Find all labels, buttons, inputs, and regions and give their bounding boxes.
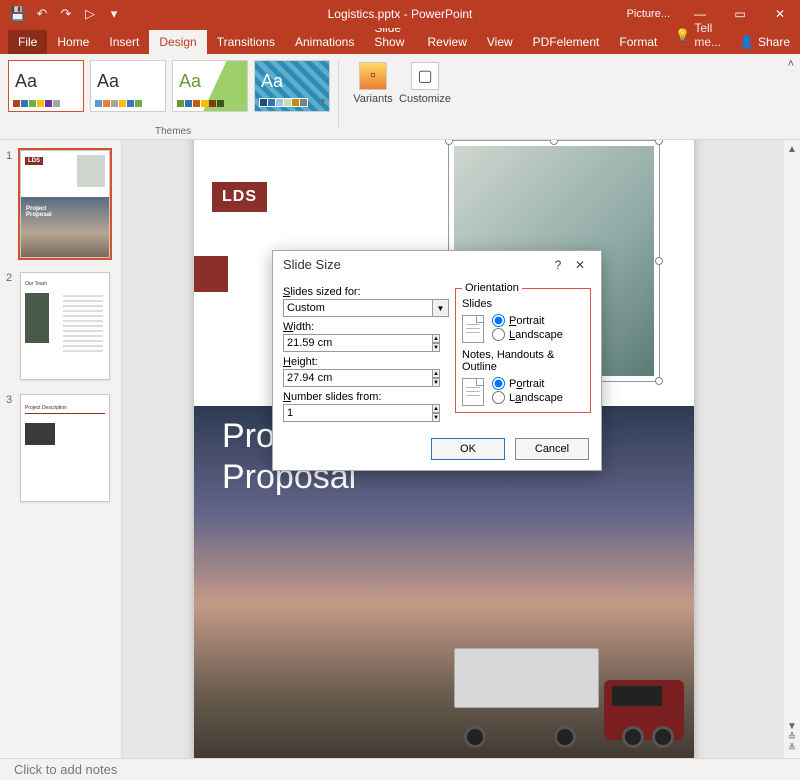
quick-access-toolbar: 💾 ↶ ↷ ▷ ▾ (0, 4, 124, 24)
dialog-close-button[interactable]: ✕ (569, 258, 591, 272)
resize-handle[interactable] (445, 140, 453, 145)
themes-group-label: Themes (155, 126, 191, 137)
resize-handle[interactable] (655, 377, 663, 385)
window-title: Logistics.pptx - PowerPoint (328, 7, 473, 21)
page-portrait-icon (462, 315, 484, 343)
thumbnail-2[interactable]: 2 Our Team (6, 272, 115, 380)
truck-graphic (454, 638, 684, 748)
tab-review[interactable]: Review (418, 30, 477, 54)
share-button[interactable]: 👤Share (729, 30, 800, 54)
themes-more-icon[interactable]: ▾ (320, 96, 325, 107)
prev-slide-icon[interactable]: ≙ (788, 732, 796, 743)
undo-icon[interactable]: ↶ (32, 4, 52, 24)
start-slideshow-icon[interactable]: ▷ (80, 4, 100, 24)
theme-card-3[interactable]: Aa (172, 60, 248, 112)
redo-icon[interactable]: ↷ (56, 4, 76, 24)
variants-button[interactable]: ▫ Variants (347, 60, 399, 137)
tab-home[interactable]: Home (47, 30, 99, 54)
spin-down-icon[interactable]: ▼ (433, 378, 440, 387)
dialog-button-row: OK Cancel (273, 430, 601, 470)
theme-card-1[interactable]: Aa (8, 60, 84, 112)
next-slide-icon[interactable]: ≚ (788, 743, 796, 754)
bulb-icon: 💡 (675, 28, 690, 42)
number-from-label: Number slides from: (283, 391, 449, 403)
cancel-button[interactable]: Cancel (515, 438, 589, 460)
width-label: Width: (283, 321, 449, 333)
notes-group-label: Notes, Handouts & Outline (462, 349, 584, 373)
spin-up-icon[interactable]: ▲ (433, 334, 440, 343)
page-portrait-icon (462, 378, 484, 406)
height-input[interactable] (283, 369, 433, 387)
tell-me-search[interactable]: 💡Tell me... (667, 16, 729, 54)
tab-insert[interactable]: Insert (99, 30, 149, 54)
chevron-down-icon[interactable]: ▼ (433, 299, 449, 317)
spin-down-icon[interactable]: ▼ (433, 343, 440, 352)
tab-transitions[interactable]: Transitions (207, 30, 285, 54)
spin-up-icon[interactable]: ▲ (433, 369, 440, 378)
variants-icon: ▫ (359, 62, 387, 90)
tab-animations[interactable]: Animations (285, 30, 364, 54)
notes-landscape-radio[interactable]: Landscape (492, 391, 563, 404)
scroll-down-icon[interactable]: ▼ (787, 721, 797, 732)
resize-handle[interactable] (550, 140, 558, 145)
close-button[interactable]: ✕ (760, 0, 800, 28)
resize-handle[interactable] (655, 140, 663, 145)
save-icon[interactable]: 💾 (8, 4, 28, 24)
sized-for-input[interactable] (283, 299, 433, 317)
slides-group-label: Slides (462, 298, 584, 310)
accent-bar (194, 256, 228, 292)
customize-icon: ▢ (411, 62, 439, 90)
tab-design[interactable]: Design (149, 30, 206, 54)
number-from-spinner[interactable]: ▲▼ (283, 404, 335, 422)
spin-down-icon[interactable]: ▼ (433, 413, 440, 422)
tab-view[interactable]: View (477, 30, 523, 54)
scroll-up-icon[interactable]: ▲ (787, 144, 797, 155)
slides-portrait-radio[interactable]: Portrait (492, 314, 563, 327)
dialog-titlebar: Slide Size ? ✕ (273, 251, 601, 278)
orientation-fieldset: Orientation Slides Portrait Landscape No… (455, 282, 591, 413)
slides-landscape-radio[interactable]: Landscape (492, 328, 563, 341)
notes-portrait-radio[interactable]: Portrait (492, 377, 563, 390)
ribbon-tabs: File Home Insert Design Transitions Anim… (0, 28, 800, 54)
thumbnail-1[interactable]: 1 LDS ProjectProposal (6, 150, 115, 258)
dialog-help-button[interactable]: ? (547, 258, 569, 272)
slides-sized-for-section: Slides sized for: ▼ Width: ▲▼ Height: ▲▼… (283, 282, 449, 422)
width-input[interactable] (283, 334, 433, 352)
collapse-ribbon-icon[interactable]: ˄ (788, 58, 794, 70)
sized-for-label: Slides sized for: (283, 286, 449, 298)
ribbon-design: Aa Aa Aa Aa ▾ ▫ Variants ▢ Customize The… (0, 54, 800, 140)
context-tab-label: Picture... (627, 8, 670, 20)
spin-up-icon[interactable]: ▲ (433, 404, 440, 413)
qat-more-icon[interactable]: ▾ (104, 4, 124, 24)
height-spinner[interactable]: ▲▼ (283, 369, 355, 387)
customize-button[interactable]: ▢ Customize (399, 60, 451, 137)
ok-button[interactable]: OK (431, 438, 505, 460)
lds-logo: LDS (212, 182, 267, 212)
notes-pane[interactable]: Click to add notes (0, 758, 800, 780)
share-icon: 👤 (739, 35, 754, 49)
theme-card-4[interactable]: Aa ▾ (254, 60, 330, 112)
theme-card-2[interactable]: Aa (90, 60, 166, 112)
number-from-input[interactable] (283, 404, 433, 422)
canvas-scrollbar[interactable]: ▲ ▼ ≙ ≚ (784, 140, 800, 758)
slide-size-dialog: Slide Size ? ✕ Slides sized for: ▼ Width… (272, 250, 602, 471)
sized-for-combo[interactable]: ▼ (283, 299, 449, 317)
thumbnail-3[interactable]: 3 Project Description (6, 394, 115, 502)
slide-thumbnails-panel: 1 LDS ProjectProposal 2 Our Team 3 Proje… (0, 140, 122, 758)
slides-orientation-group: Slides Portrait Landscape (462, 298, 584, 343)
notes-orientation-group: Notes, Handouts & Outline Portrait Lands… (462, 349, 584, 406)
width-spinner[interactable]: ▲▼ (283, 334, 355, 352)
dialog-title: Slide Size (283, 257, 341, 272)
resize-handle[interactable] (655, 257, 663, 265)
height-label: Height: (283, 356, 449, 368)
tab-file[interactable]: File (8, 30, 47, 54)
orientation-legend: Orientation (462, 282, 522, 294)
notes-placeholder: Click to add notes (14, 762, 117, 777)
tab-format[interactable]: Format (609, 30, 667, 54)
tab-pdfelement[interactable]: PDFelement (523, 30, 610, 54)
